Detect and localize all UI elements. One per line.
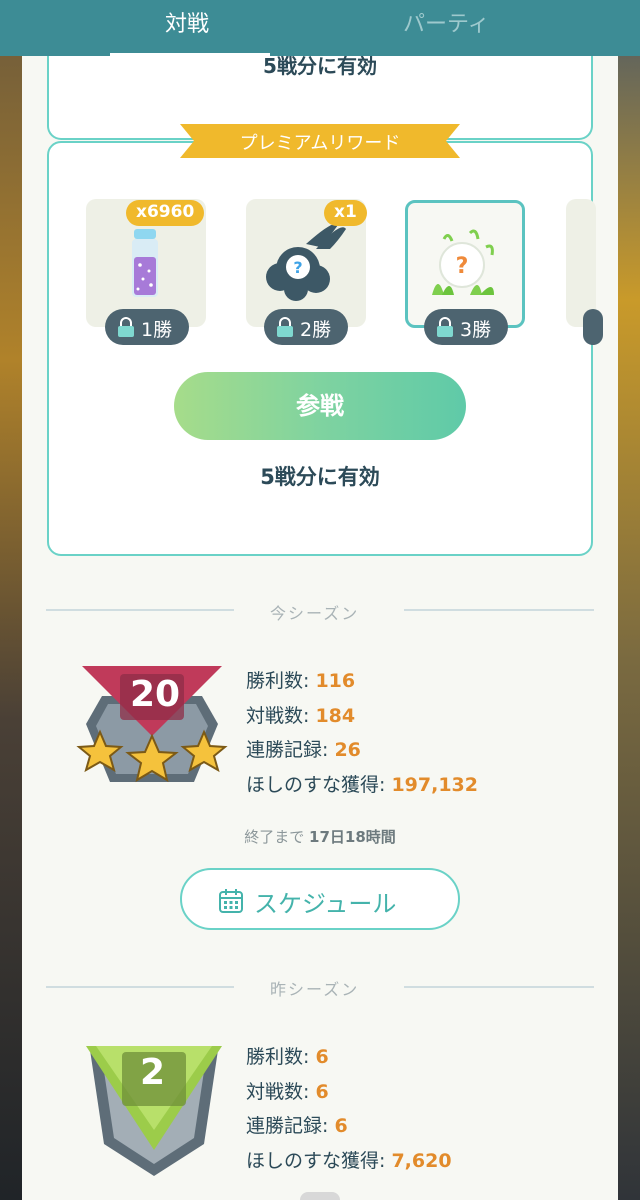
tab-bar: 対戦 パーティ: [0, 0, 640, 56]
season-end-text: 終了まで 17日18時間: [244, 828, 396, 846]
tab-battle[interactable]: 対戦: [165, 6, 209, 38]
previous-season-stats: 勝利数: 6 対戦数: 6 連勝記録: 6 ほしのすな獲得: 7,620: [246, 1042, 452, 1180]
active-tab-indicator: [110, 53, 270, 56]
schedule-label: スケジュール: [254, 890, 397, 918]
previous-season-label: 昨シーズン: [270, 980, 360, 999]
divider-left: [46, 986, 234, 988]
divider-right: [404, 609, 594, 611]
lock-icon: [277, 317, 293, 337]
lock-icon: [118, 317, 134, 337]
reward-lock-4: [583, 309, 603, 345]
premium-validity-text: 5戦分に有効: [260, 465, 380, 489]
stat-streak: 連勝記録: 6: [246, 1115, 348, 1137]
current-season-label: 今シーズン: [270, 604, 360, 623]
reward-quantity-2: x1: [324, 200, 367, 226]
premium-ribbon-label: プレミアムリワード: [239, 133, 401, 154]
current-season-stats: 勝利数: 116 対戦数: 184 連勝記録: 26 ほしのすな獲得: 197,…: [246, 666, 478, 804]
scroll-peek: [300, 1192, 340, 1200]
calendar-icon: [219, 889, 243, 913]
stat-stardust: ほしのすな獲得: 197,132: [246, 773, 478, 796]
background-left: [0, 0, 24, 1200]
current-rank-number: 20: [130, 674, 181, 715]
mystery-encounter-icon: ?: [432, 229, 494, 295]
svg-text:?: ?: [456, 254, 469, 279]
lock-icon: [437, 317, 453, 337]
previous-rank-number: 2: [140, 1052, 166, 1093]
svg-text:?: ?: [293, 258, 302, 277]
stat-streak: 連勝記録: 26: [246, 739, 361, 761]
join-battle-button[interactable]: 参戦: [174, 372, 466, 440]
reward-lock-2: 2勝: [264, 309, 348, 345]
stat-stardust: ほしのすな獲得: 7,620: [246, 1149, 452, 1172]
stat-battles: 対戦数: 6: [246, 1080, 329, 1103]
reward-lock-3: 3勝: [424, 309, 508, 345]
reward-wins-3: 3勝: [460, 319, 492, 341]
reward-quantity-1: x6960: [126, 200, 205, 226]
divider-left: [46, 609, 234, 611]
reward-lock-1: 1勝: [105, 309, 189, 345]
schedule-button[interactable]: スケジュール: [180, 868, 460, 930]
reward-wins-2: 2勝: [300, 319, 332, 341]
stat-wins: 勝利数: 116: [246, 670, 356, 692]
stat-battles: 対戦数: 184: [246, 704, 356, 727]
background-right: [616, 0, 640, 1200]
premium-ribbon: プレミアムリワード: [180, 124, 460, 158]
reward-wins-1: 1勝: [141, 319, 173, 341]
reward-item-4[interactable]: [566, 199, 596, 327]
stat-wins: 勝利数: 6: [246, 1046, 329, 1068]
tab-party[interactable]: パーティ: [403, 6, 490, 38]
divider-right: [404, 986, 594, 988]
